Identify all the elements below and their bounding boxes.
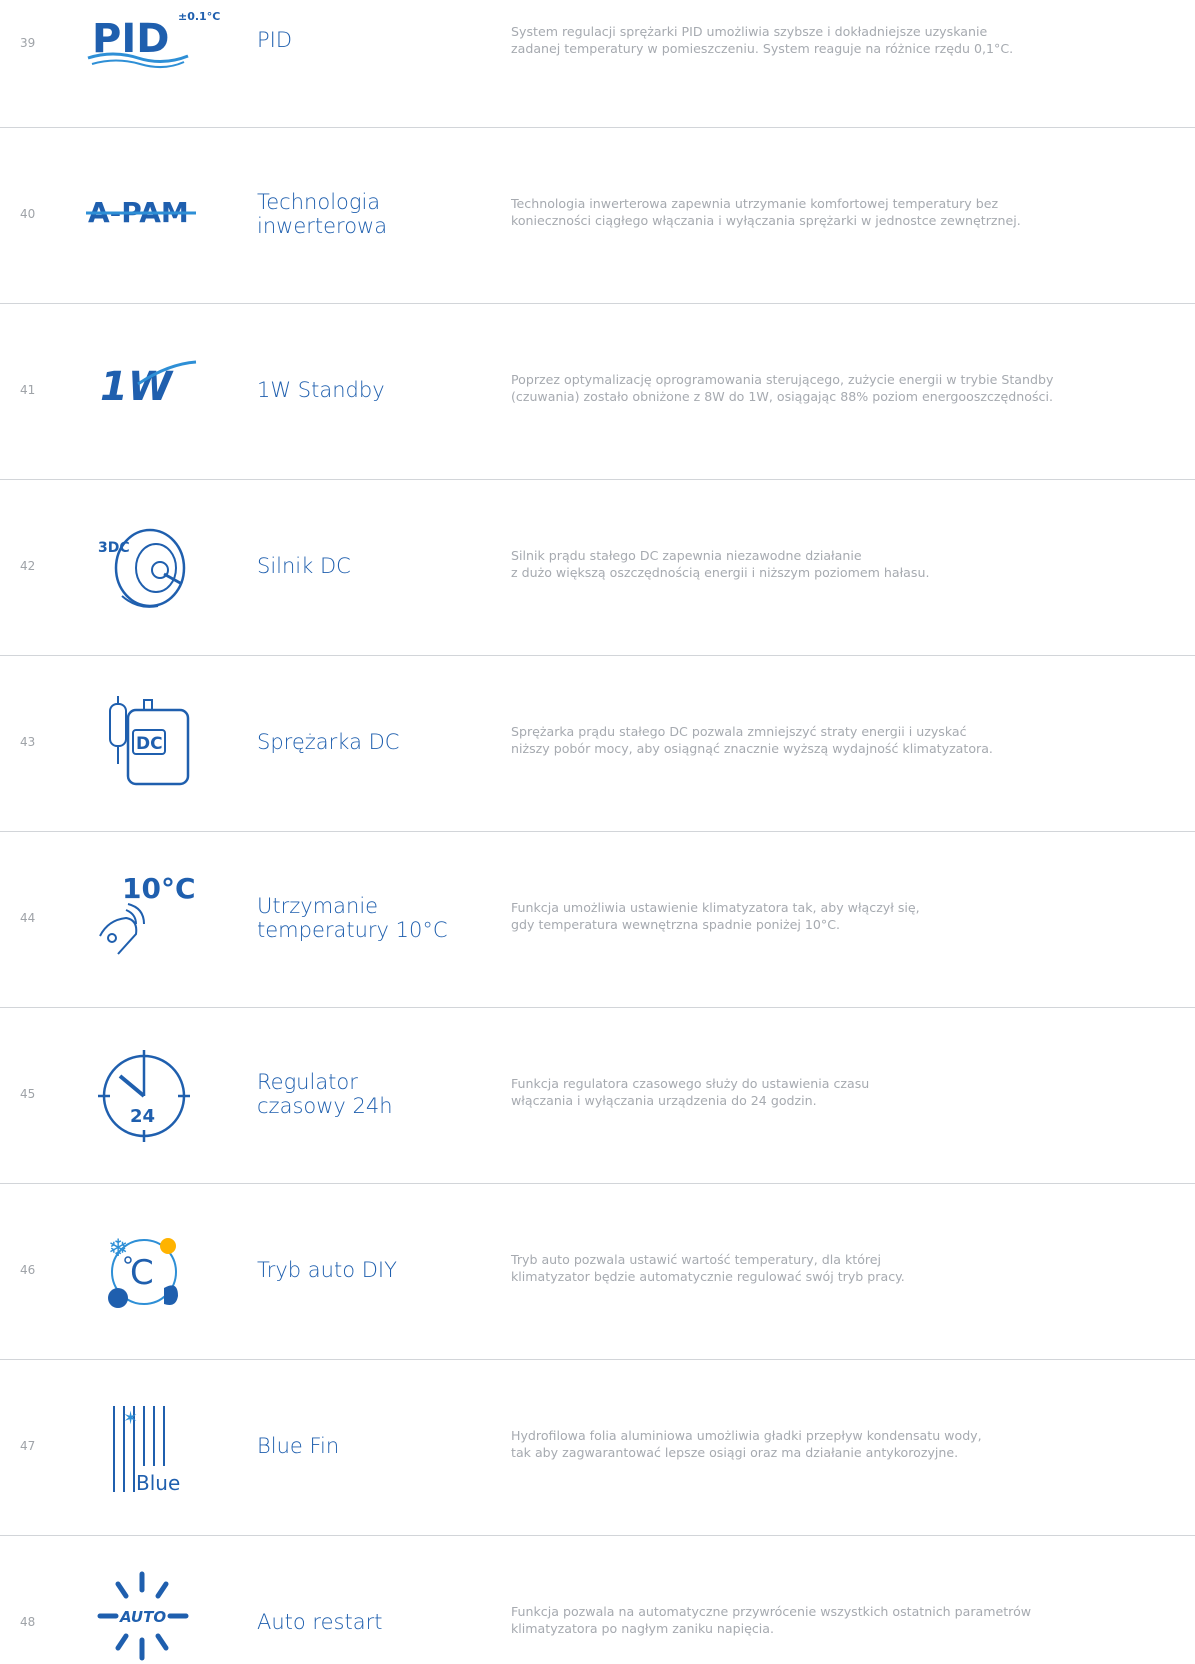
feature-name: Blue Fin — [257, 1434, 340, 1458]
a-pam-inverter-icon: A-PAM — [78, 168, 198, 260]
svg-text:Blue: Blue — [136, 1471, 180, 1495]
svg-text:C: C — [130, 1253, 154, 1293]
10c-heating-icon: 10°C — [78, 870, 198, 962]
feature-name: Auto restart — [257, 1610, 383, 1634]
svg-text:10°C: 10°C — [122, 872, 196, 905]
dc-compressor-icon: DC — [78, 694, 198, 786]
feature-row-blue-fin: 47 ✶ Blue Blue Fin Hydrofilowa folia alu… — [0, 1360, 1195, 1535]
feature-name: PID — [257, 28, 293, 52]
feature-row-auto-restart: 48 AUTO Auto restart Funkcja pozwala na … — [0, 1536, 1195, 1661]
feature-name: Utrzymanie temperatury 10°C — [257, 894, 448, 942]
svg-text:❄: ❄ — [108, 1234, 128, 1262]
auto-mode-icon: C ❄ — [78, 1224, 198, 1316]
feature-number: 46 — [20, 1263, 36, 1277]
feature-name: Regulator czasowy 24h — [257, 1070, 393, 1118]
feature-number: 40 — [20, 207, 36, 221]
feature-description: Tryb auto pozwala ustawić wartość temper… — [511, 1252, 905, 1284]
feature-row-standby: 41 1W 1W Standby Poprzez optymalizację o… — [0, 304, 1195, 479]
feature-number: 43 — [20, 735, 36, 749]
feature-description: Funkcja regulatora czasowego służy do us… — [511, 1076, 870, 1108]
feature-description: Technologia inwerterowa zapewnia utrzyma… — [511, 196, 1021, 228]
feature-row-auto-mode: 46 C ❄ Tryb auto DIY Tryb auto pozwala u… — [0, 1184, 1195, 1359]
feature-description: Funkcja pozwala na automatyczne przywróc… — [511, 1604, 1032, 1636]
feature-number: 44 — [20, 911, 36, 925]
svg-text:24: 24 — [130, 1106, 155, 1127]
feature-row-dc-motor: 42 3DC Silnik DC Silnik prądu stałego DC… — [0, 480, 1195, 655]
svg-text:AUTO: AUTO — [119, 1608, 166, 1626]
feature-description: System regulacji sprężarki PID umożliwia… — [511, 24, 1014, 56]
feature-name: Silnik DC — [257, 554, 351, 578]
feature-description: Sprężarka prądu stałego DC pozwala zmnie… — [511, 724, 993, 756]
feature-row-pid: 39 PID ±0.1°C PID System regulacji spręż… — [0, 0, 1195, 127]
feature-number: 45 — [20, 1087, 36, 1101]
dc-motor-icon: 3DC — [78, 520, 198, 612]
svg-text:±0.1°C: ±0.1°C — [178, 10, 220, 23]
feature-description: Silnik prądu stałego DC zapewnia niezawo… — [511, 548, 930, 580]
feature-name: Sprężarka DC — [257, 730, 400, 754]
feature-name: Technologia inwerterowa — [257, 190, 388, 238]
svg-text:✶: ✶ — [123, 1408, 138, 1429]
feature-description: Funkcja umożliwia ustawienie klimatyzato… — [511, 900, 920, 932]
feature-row-timer: 45 24 Regulator czasowy 24h Funkcja regu… — [0, 1008, 1195, 1183]
feature-row-inverter: 40 A-PAM Technologia inwerterowa Technol… — [0, 128, 1195, 303]
feature-name: 1W Standby — [257, 378, 385, 402]
feature-description: Hydrofilowa folia aluminiowa umożliwia g… — [511, 1428, 982, 1460]
blue-fin-icon: ✶ Blue — [78, 1400, 198, 1495]
feature-row-dc-compressor: 43 DC Sprężarka DC Sprężarka prądu stałe… — [0, 656, 1195, 831]
svg-text:DC: DC — [136, 734, 163, 754]
24h-timer-clock-icon: 24 — [78, 1048, 198, 1142]
feature-name: Tryb auto DIY — [257, 1258, 397, 1282]
pid-temperature-icon: PID ±0.1°C — [78, 0, 220, 92]
feature-row-10c: 44 10°C Utrzymanie temperatury 10°C Funk… — [0, 832, 1195, 1007]
1w-standby-icon: 1W — [78, 344, 198, 436]
feature-number: 48 — [20, 1615, 36, 1629]
feature-number: 47 — [20, 1439, 36, 1453]
auto-restart-icon: AUTO — [78, 1568, 198, 1661]
feature-description: Poprzez optymalizację oprogramowania ste… — [511, 372, 1054, 404]
feature-number: 39 — [20, 36, 36, 50]
feature-number: 41 — [20, 383, 36, 397]
feature-number: 42 — [20, 559, 36, 573]
